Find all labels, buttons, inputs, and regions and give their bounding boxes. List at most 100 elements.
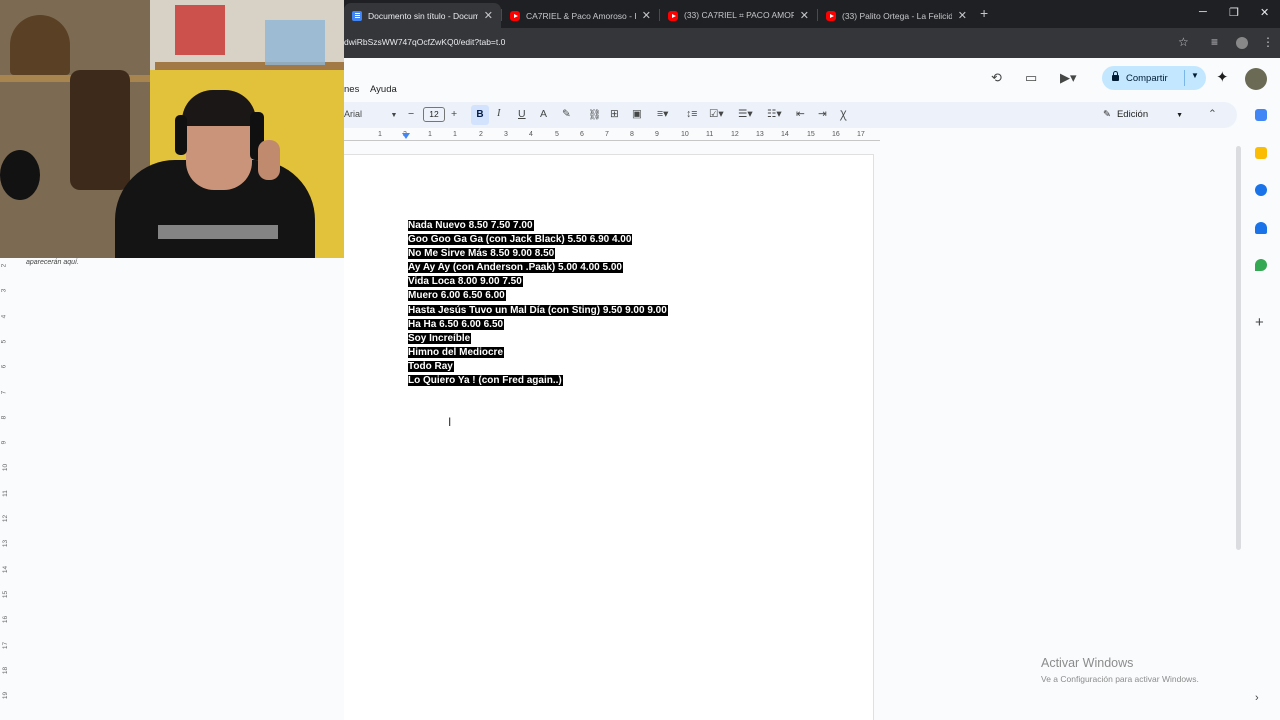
vertical-ruler-label: 9: [0, 440, 8, 445]
ruler-tick-label: 10: [681, 131, 689, 138]
share-button[interactable]: Compartir ▼: [1102, 66, 1206, 90]
clear-formatting-icon[interactable]: Ꭓ: [840, 108, 847, 122]
document-line[interactable]: Nada Nuevo 8.50 7.50 7.00: [408, 219, 668, 233]
document-line[interactable]: Vida Loca 8.00 9.00 7.50: [408, 275, 668, 289]
add-addon-icon[interactable]: +: [1255, 315, 1267, 330]
document-line[interactable]: Ay Ay Ay (con Anderson .Paak) 5.00 4.00 …: [408, 261, 668, 275]
share-label: Compartir: [1126, 72, 1168, 84]
document-line[interactable]: Lo Quiero Ya ! (con Fred again..): [408, 374, 668, 388]
close-tab-icon[interactable]: ✕: [484, 9, 493, 22]
webcam-overlay: [0, 0, 344, 258]
document-line[interactable]: Hasta Jesús Tuvo un Mal Día (con Sting) …: [408, 304, 668, 318]
horizontal-ruler[interactable]: 1 2 1 1 2 3 4 5 6 7 8 9 10 11 12 13 14 15 16 17: [344, 128, 880, 144]
menu-help[interactable]: Ayuda: [370, 84, 397, 95]
tasks-icon[interactable]: [1255, 184, 1267, 196]
meet-icon[interactable]: ▶▾: [1060, 70, 1077, 86]
keep-icon[interactable]: [1255, 147, 1267, 159]
version-history-icon[interactable]: ⟲: [991, 70, 1002, 86]
minimize-icon[interactable]: ─: [1199, 6, 1207, 18]
document-line[interactable]: Ha Ha 6.50 6.00 6.50: [408, 318, 668, 332]
outline-hint: aparecerán aquí.: [26, 259, 79, 266]
vertical-ruler-label: 4: [0, 314, 8, 318]
editing-mode-select[interactable]: ✎ Edición ▼: [1103, 109, 1183, 120]
gemini-icon[interactable]: ✦: [1216, 68, 1229, 86]
font-select[interactable]: Arial ▼: [344, 109, 397, 119]
document-line-text: Vida Loca 8.00 9.00 7.50: [408, 276, 523, 288]
expand-panel-icon[interactable]: ›: [1255, 692, 1267, 704]
comments-icon[interactable]: ▭: [1025, 70, 1037, 86]
close-window-icon[interactable]: ✕: [1260, 6, 1269, 19]
close-tab-icon[interactable]: ✕: [958, 9, 967, 22]
underline-button[interactable]: U: [518, 108, 526, 120]
vertical-ruler-label: 2: [0, 263, 8, 268]
checklist-icon[interactable]: ☑▾: [709, 108, 724, 120]
decrease-indent-icon[interactable]: ⇤: [796, 108, 805, 120]
document-line-text: Todo Ray: [408, 360, 454, 372]
close-tab-icon[interactable]: ✕: [642, 9, 651, 22]
decrease-font-icon[interactable]: −: [408, 108, 414, 120]
text-color-button[interactable]: A: [540, 108, 547, 120]
tab-docs[interactable]: Documento sin título - Docum ✕: [344, 3, 501, 28]
document-line[interactable]: No Me Sirve Más 8.50 9.00 8.50: [408, 247, 668, 261]
url-text[interactable]: dwiRbSzsWW747qOcfZwKQ0/edit?tab=t.0: [344, 37, 505, 47]
vertical-ruler-label: 6: [0, 364, 8, 369]
document-page[interactable]: Nada Nuevo 8.50 7.50 7.00 Goo Goo Ga Ga (…: [344, 154, 874, 720]
ruler-tick-label: 13: [756, 131, 764, 138]
document-body[interactable]: Nada Nuevo 8.50 7.50 7.00 Goo Goo Ga Ga (…: [408, 219, 668, 388]
document-line[interactable]: Todo Ray: [408, 360, 668, 374]
watermark-title: Activar Windows: [1041, 656, 1134, 670]
insert-image-icon[interactable]: ▣: [632, 108, 642, 120]
document-line-text: Muero 6.00 6.50 6.00: [408, 290, 506, 302]
indent-marker-icon[interactable]: [402, 133, 410, 139]
vertical-scrollbar[interactable]: [1236, 146, 1241, 550]
profile-avatar[interactable]: [1236, 37, 1248, 49]
document-line[interactable]: Goo Goo Ga Ga (con Jack Black) 5.50 6.90…: [408, 233, 668, 247]
calendar-icon[interactable]: [1255, 109, 1267, 121]
tab-youtube-1[interactable]: CA7RIEL & Paco Amoroso - Hin ✕: [502, 3, 659, 28]
close-tab-icon[interactable]: ✕: [800, 9, 809, 22]
ruler-tick-label: 3: [504, 131, 508, 138]
vertical-ruler-label: 12: [2, 514, 10, 523]
increase-font-icon[interactable]: +: [451, 108, 457, 120]
bulleted-list-icon[interactable]: ☰▾: [738, 108, 753, 120]
tab-youtube-2[interactable]: (33) CA7RIEL ⌗ PACO AMOROS ✕: [660, 3, 817, 28]
collapse-menus-icon[interactable]: ⌃: [1208, 108, 1217, 120]
increase-indent-icon[interactable]: ⇥: [818, 108, 827, 120]
vertical-ruler-label: 13: [2, 540, 10, 548]
restore-icon[interactable]: ❐: [1229, 6, 1239, 19]
highlight-icon[interactable]: ✎: [562, 108, 571, 120]
add-comment-icon[interactable]: ⊞: [610, 108, 619, 120]
chrome-menu-icon[interactable]: ⋮: [1262, 35, 1274, 49]
youtube-icon: [826, 10, 836, 21]
ruler-tick-label: 8: [630, 131, 634, 138]
bold-button[interactable]: B: [471, 105, 489, 125]
link-icon[interactable]: ⛓: [588, 108, 601, 121]
document-line[interactable]: Muero 6.00 6.50 6.00: [408, 289, 668, 303]
menu-extensions[interactable]: nes: [344, 84, 359, 95]
tab-title: CA7RIEL & Paco Amoroso - Hin: [526, 10, 636, 21]
font-size-input[interactable]: 12: [423, 107, 445, 122]
vertical-ruler-label: 16: [2, 616, 10, 624]
new-tab-icon[interactable]: +: [980, 5, 988, 21]
maps-icon[interactable]: [1255, 259, 1267, 271]
vertical-ruler-label: 14: [2, 565, 10, 573]
tab-youtube-3[interactable]: (33) Palito Ortega - La Felicidad ✕: [818, 3, 975, 28]
chevron-down-icon[interactable]: ▼: [1191, 71, 1199, 80]
document-line[interactable]: Soy Increíble: [408, 332, 668, 346]
bookmark-star-icon[interactable]: ☆: [1178, 35, 1189, 49]
font-name: Arial: [344, 109, 363, 119]
numbered-list-icon[interactable]: ☷▾: [767, 108, 782, 120]
media-controls-icon[interactable]: ≡: [1211, 35, 1218, 49]
document-line-text: Soy Increíble: [408, 332, 472, 344]
tab-title: Documento sin título - Docum: [368, 10, 478, 21]
contacts-icon[interactable]: [1255, 222, 1267, 234]
watermark-subtitle: Ve a Configuración para activar Windows.: [1041, 674, 1199, 684]
tab-title: (33) Palito Ortega - La Felicidad: [842, 10, 952, 21]
line-spacing-icon[interactable]: ↕≡: [686, 108, 697, 120]
document-line[interactable]: Himno del Mediocre: [408, 346, 668, 360]
italic-button[interactable]: I: [497, 108, 501, 119]
vertical-ruler-label: 10: [2, 464, 10, 472]
align-icon[interactable]: ≡▾: [657, 108, 668, 120]
account-avatar[interactable]: [1245, 68, 1267, 90]
vertical-ruler-label: 8: [0, 415, 8, 420]
